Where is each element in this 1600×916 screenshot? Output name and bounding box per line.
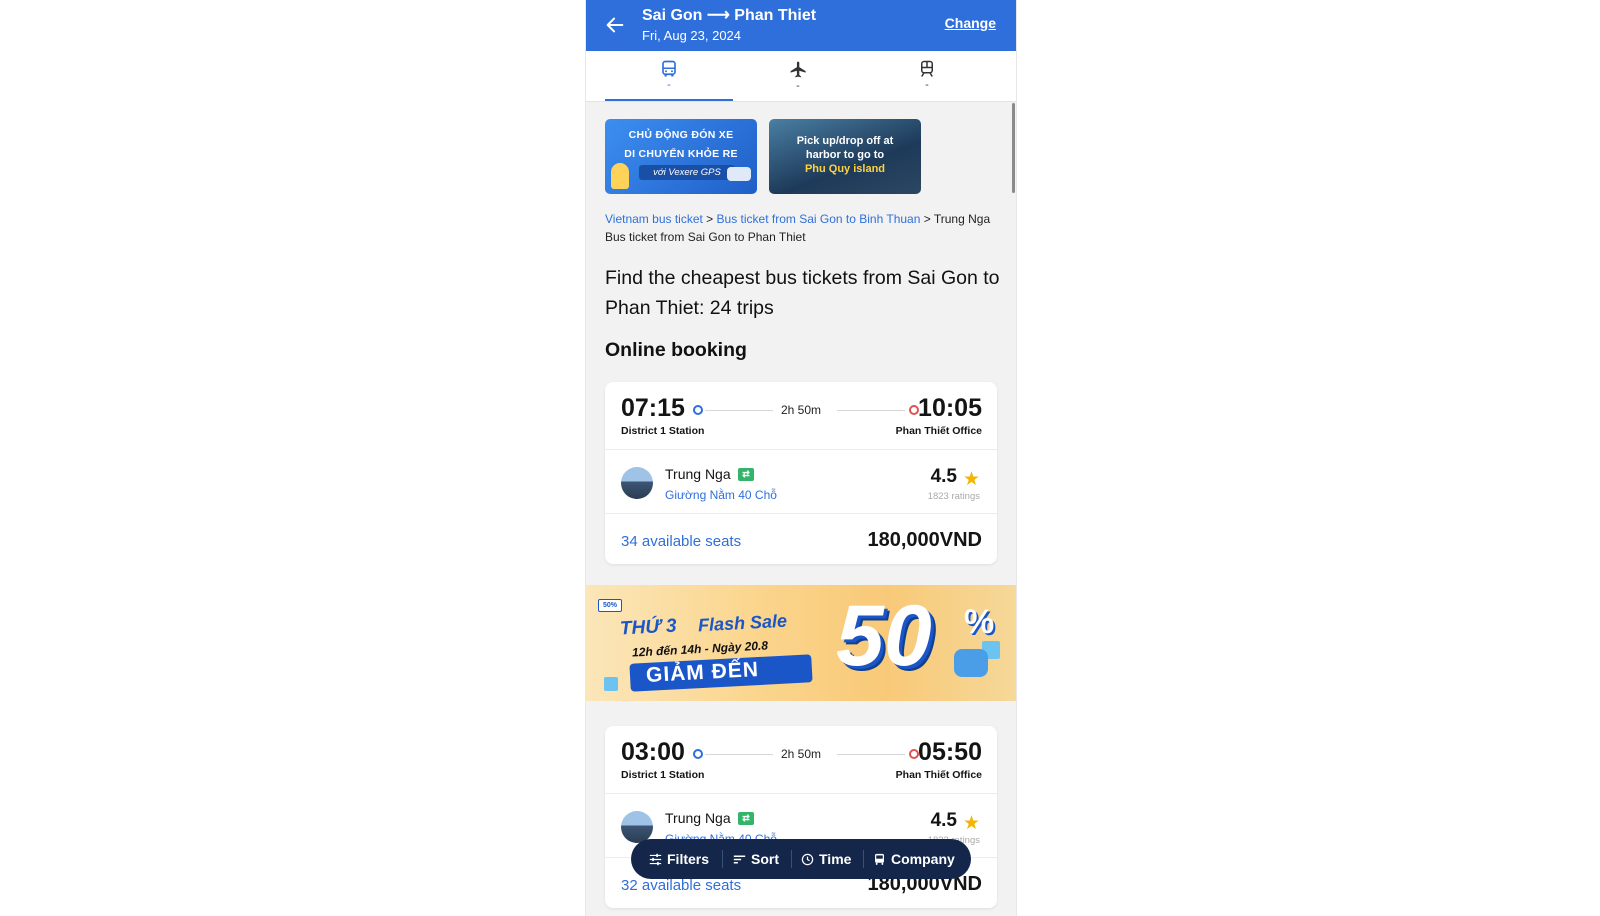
time-label: Time [819, 851, 852, 867]
rating-score: 4.5 [930, 466, 957, 487]
breadcrumb-separator: > [920, 212, 934, 226]
bus-icon [875, 853, 884, 865]
filters-button[interactable]: Filters [649, 839, 709, 879]
available-seats[interactable]: 32 available seats [621, 877, 741, 894]
rating-count: 1823 ratings [927, 491, 980, 502]
travel-date: Fri, Aug 23, 2024 [642, 28, 742, 43]
filters-label: Filters [667, 851, 710, 867]
bus-type: Giường Nằm 40 Chỗ [665, 488, 777, 502]
banner-gps-line3: với Vexere GPS [639, 165, 735, 180]
back-arrow-icon[interactable] [604, 14, 626, 36]
ticket-badge-icon: ⇄ [738, 468, 754, 481]
transport-tabs: - - - [586, 51, 1016, 102]
gift-icon [604, 677, 618, 691]
banner-island-text: Pick up/drop off at harbor to go to Phu … [779, 134, 911, 176]
mobile-viewport: Sai Gon ⟶ Phan Thiet Fri, Aug 23, 2024 C… [585, 0, 1017, 916]
tab-flight-label: - [796, 80, 800, 92]
company-button[interactable]: Company [873, 839, 955, 879]
separator [791, 850, 792, 868]
change-button[interactable]: Change [945, 15, 996, 31]
sort-icon [733, 855, 746, 864]
breadcrumb-link-route[interactable]: Bus ticket from Sai Gon to Binh Thuan [717, 212, 921, 226]
breadcrumb: Vietnam bus ticket > Bus ticket from Sai… [605, 210, 1000, 246]
star-icon: ★ [962, 469, 980, 490]
trip-card[interactable]: 03:00 2h 50m 05:50 District 1 Station Ph… [605, 726, 997, 908]
airplane-icon [790, 61, 806, 78]
time-button[interactable]: Time [801, 839, 851, 879]
trip-card[interactable]: 07:15 2h 50m 10:05 District 1 Station Ph… [605, 382, 997, 564]
car-illustration [727, 167, 751, 181]
arrival-time: 10:05 [918, 394, 982, 422]
breadcrumb-link-vietnam[interactable]: Vietnam bus ticket [605, 212, 703, 226]
divider [605, 449, 997, 450]
company-avatar [621, 467, 653, 499]
separator [863, 850, 864, 868]
sale-percent: % [964, 603, 995, 641]
route-line [837, 410, 905, 411]
flash-sale-banner[interactable]: 50% THỨ 3 Flash Sale 12h đến 14h - Ngày … [586, 585, 1016, 701]
route-title: Sai Gon ⟶ Phan Thiet [642, 7, 817, 24]
sale-title: Flash Sale [697, 610, 788, 636]
train-icon [921, 60, 933, 77]
banner-island-line2: harbor to go to [805, 149, 885, 161]
available-seats[interactable]: 34 available seats [621, 533, 741, 550]
top-bar: Sai Gon ⟶ Phan Thiet Fri, Aug 23, 2024 C… [586, 0, 1016, 51]
filter-bar: Filters Sort Time Company [631, 839, 971, 879]
route-line [837, 754, 905, 755]
banner-gps-line2: DI CHUYỂN KHỎE RE [624, 148, 738, 160]
sort-button[interactable]: Sort [733, 839, 779, 879]
departure-station: District 1 Station [621, 425, 705, 437]
star-icon: ★ [962, 813, 980, 834]
company-name[interactable]: Trung Nga [665, 466, 731, 482]
tab-train[interactable]: - [863, 51, 991, 101]
arrival-station: Phan Thiết Office [895, 425, 982, 437]
tab-bus-label: - [667, 79, 671, 91]
breadcrumb-separator: > [702, 212, 717, 226]
banner-island-line3: Phu Quy island [804, 163, 886, 175]
banner-gps-line1: CHỦ ĐỘNG ĐÓN XE [628, 129, 734, 141]
tab-train-label: - [925, 79, 929, 91]
tab-flight[interactable]: - [734, 51, 862, 101]
sale-day: THỨ 3 [619, 615, 678, 640]
company-name[interactable]: Trung Nga [665, 810, 731, 826]
section-title: Online booking [605, 339, 747, 361]
divider [605, 793, 997, 794]
banner-gps-text: CHỦ ĐỘNG ĐÓN XE DI CHUYỂN KHỎE RE [605, 126, 757, 164]
separator [722, 850, 723, 868]
sale-time: 12h đến 14h - Ngày 20.8 [631, 638, 769, 660]
bus-icon [662, 60, 676, 77]
divider [605, 513, 997, 514]
mascot-icon [954, 649, 988, 677]
sliders-icon [649, 853, 662, 866]
page-title: Find the cheapest bus tickets from Sai G… [605, 267, 1000, 319]
tab-bus[interactable]: - [605, 51, 733, 101]
sort-label: Sort [751, 851, 779, 867]
banner-island-line1: Pick up/drop off at [796, 135, 894, 147]
ticket-badge-icon: ⇄ [738, 812, 754, 825]
ticket-price: 180,000VND [867, 529, 982, 551]
sale-discount-value: 50 [836, 588, 932, 684]
rating-score: 4.5 [930, 810, 957, 831]
arrival-time: 05:50 [918, 738, 982, 766]
scrollbar-thumb[interactable] [1012, 103, 1015, 193]
mascot-figure [611, 163, 629, 189]
clock-icon [801, 853, 814, 866]
arrival-station: Phan Thiết Office [895, 769, 982, 781]
company-label: Company [891, 851, 955, 867]
departure-station: District 1 Station [621, 769, 705, 781]
promo-banner-island[interactable]: Pick up/drop off at harbor to go to Phu … [769, 119, 921, 194]
sale-tag: 50% [598, 599, 622, 612]
promo-banner-gps[interactable]: CHỦ ĐỘNG ĐÓN XE DI CHUYỂN KHỎE RE với Ve… [605, 119, 757, 194]
